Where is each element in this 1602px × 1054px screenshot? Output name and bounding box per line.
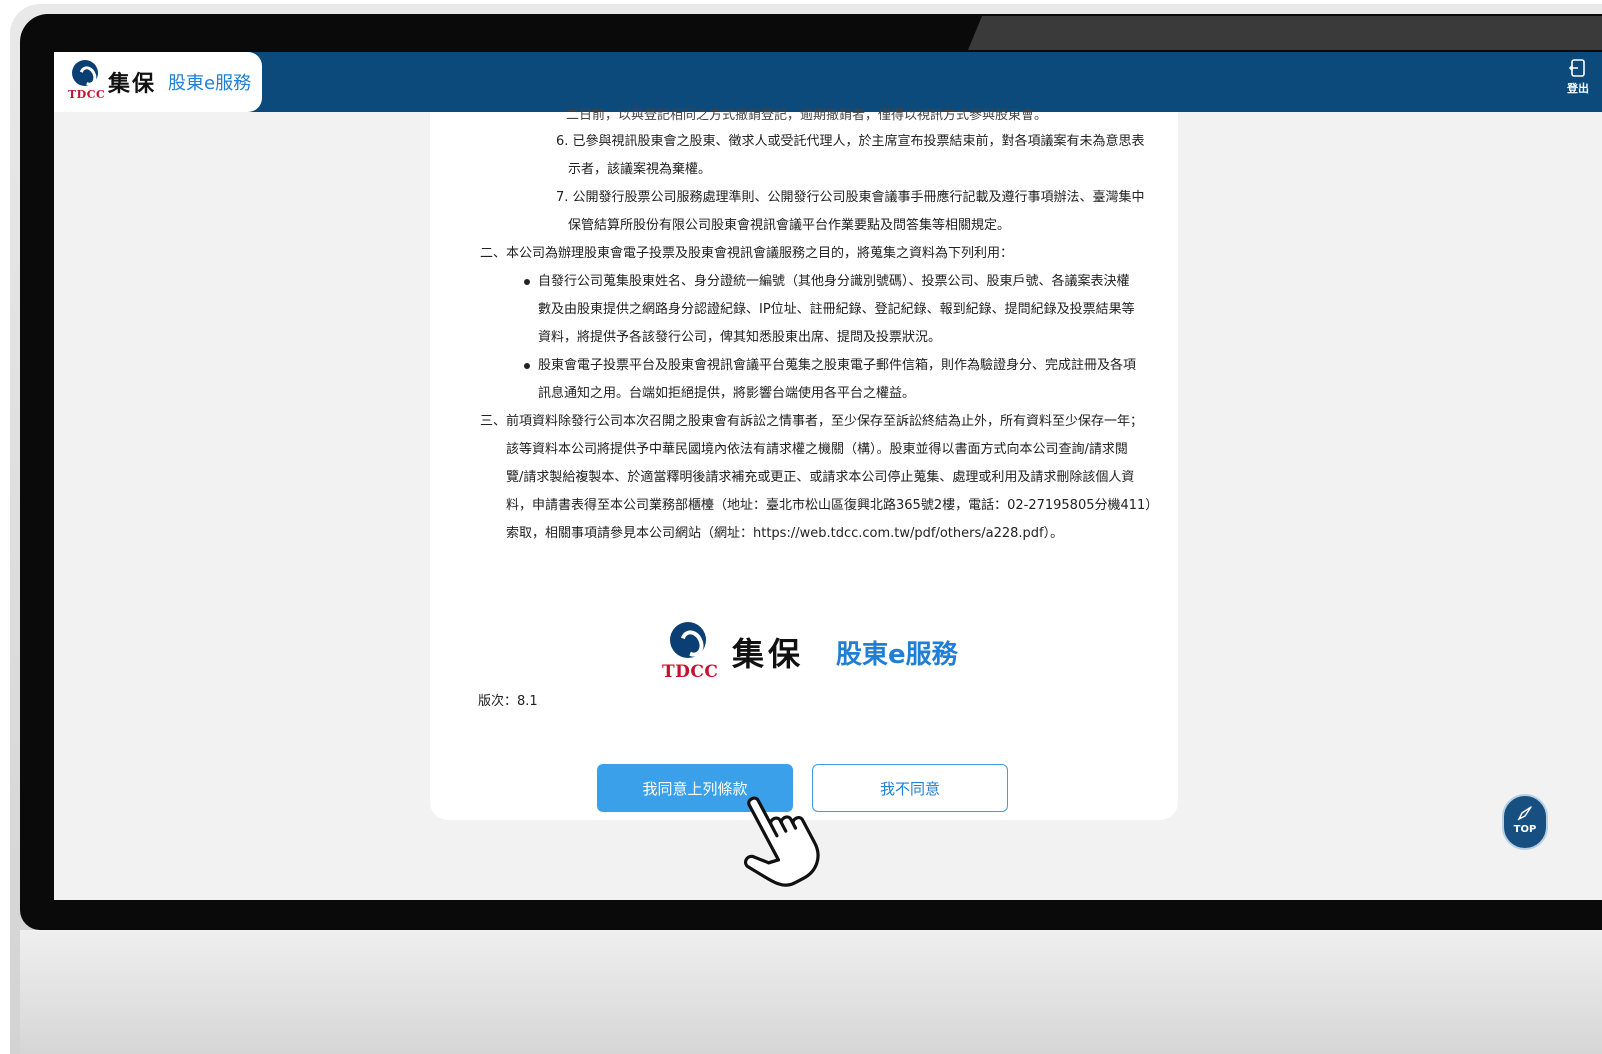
browser-screen: TDCC 集保 股東e服務 登出 二日前，以與登記相同之方式撤銷登記，逾期撤銷者…	[54, 52, 1602, 900]
terms-item-7-line2: 保管結算所股份有限公司股東會視訊會議平台作業要點及問答集等相關規定。	[568, 218, 1011, 233]
pointing-hand-icon	[744, 796, 820, 887]
logout-button[interactable]: 登出	[1556, 58, 1600, 106]
terms-section-3-line3: 覽/請求製給複製本、於適當釋明後請求補充或更正、或請求本公司停止蒐集、處理或利用…	[506, 470, 1135, 485]
terms-section-3-line1: 三、前項資料除發行公司本次召開之股東會有訴訟之情事者，至少保存至訴訟終結為止外，…	[480, 414, 1144, 429]
footer-service-name: 股東e服務	[836, 639, 958, 670]
bezel-glare	[968, 16, 1602, 50]
terms-section-3-line4: 料，申請書表得至本公司業務部櫃檯（地址：臺北市松山區復興北路365號2樓，電話：…	[506, 498, 1159, 513]
monitor-chin	[20, 930, 1602, 1054]
bullet-dot	[524, 279, 530, 285]
terms-item-6-line2: 示者，該議案視為棄權。	[568, 162, 712, 177]
tdcc-logo-icon: TDCC	[68, 58, 106, 106]
terms-bullet-1-line1: 自發行公司蒐集股東姓名、身分證統一編號（其他身分識別號碼）、投票公司、股東戶號、…	[538, 274, 1130, 289]
terms-card: 二日前，以與登記相同之方式撤銷登記，逾期撤銷者，僅得以視訊方式參與股東會。 6.…	[430, 108, 1178, 887]
version-label: 版次：8.1	[478, 694, 538, 709]
terms-section-3-line2: 該等資料本公司將提供予中華民國境內依法有請求權之機關（構）。股東並得以書面方式向…	[506, 442, 1128, 457]
terms-item-6-line1: 6. 已參與視訊股東會之股東、徵求人或受託代理人，於主席宣布投票結束前，對各項議…	[556, 134, 1145, 149]
terms-section-2: 二、本公司為辦理股東會電子投票及股東會視訊會議服務之目的，將蒐集之資料為下列利用…	[480, 246, 1014, 261]
logout-icon	[1569, 59, 1585, 77]
top-button-label: TOP	[1513, 824, 1537, 835]
tdcc-logo-text: TDCC	[662, 662, 719, 682]
terms-bullet-2-line1: 股東會電子投票平台及股東會視訊會議平台蒐集之股東電子郵件信箱，則作為驗證身分、完…	[538, 358, 1137, 373]
bullet-dot	[524, 363, 530, 369]
brand-name: 集保	[108, 71, 157, 97]
terms-bullet-2-line2: 訊息通知之用。台端如拒絕提供，將影響台端使用各平台之權益。	[538, 386, 916, 401]
rocket-icon	[1517, 806, 1532, 821]
footer-brand-name: 集保	[732, 635, 805, 673]
terms-cut-line: 二日前，以與登記相同之方式撤銷登記，逾期撤銷者，僅得以視訊方式參與股東會。	[566, 108, 1048, 123]
terms-section-3-line5: 索取，相關事項請參見本公司網站（網址：https://web.tdcc.com.…	[506, 526, 1064, 541]
scroll-to-top-button[interactable]: TOP	[1502, 794, 1548, 850]
terms-bullet-1-line2: 數及由股東提供之網路身分認證紀錄、IP位址、註冊紀錄、登記紀錄、報到紀錄、提問紀…	[538, 302, 1135, 317]
tdcc-logo-text: TDCC	[68, 88, 106, 101]
disagree-button[interactable]: 我不同意	[812, 764, 1008, 812]
tdcc-logo-icon: TDCC	[662, 622, 718, 682]
service-name: 股東e服務	[168, 73, 252, 94]
logout-label: 登出	[1567, 82, 1589, 95]
terms-bullet-1-line3: 資料，將提供予各該發行公司，俾其知悉股東出席、提問及投票狀況。	[538, 330, 942, 345]
terms-item-7-line1: 7. 公開發行股票公司服務處理準則、公開發行公司股東會議事手冊應行記載及遵行事項…	[556, 190, 1145, 205]
brand-logo[interactable]: TDCC 集保 股東e服務	[54, 52, 262, 112]
footer-brand-logo: TDCC 集保 股東e服務	[662, 620, 958, 684]
